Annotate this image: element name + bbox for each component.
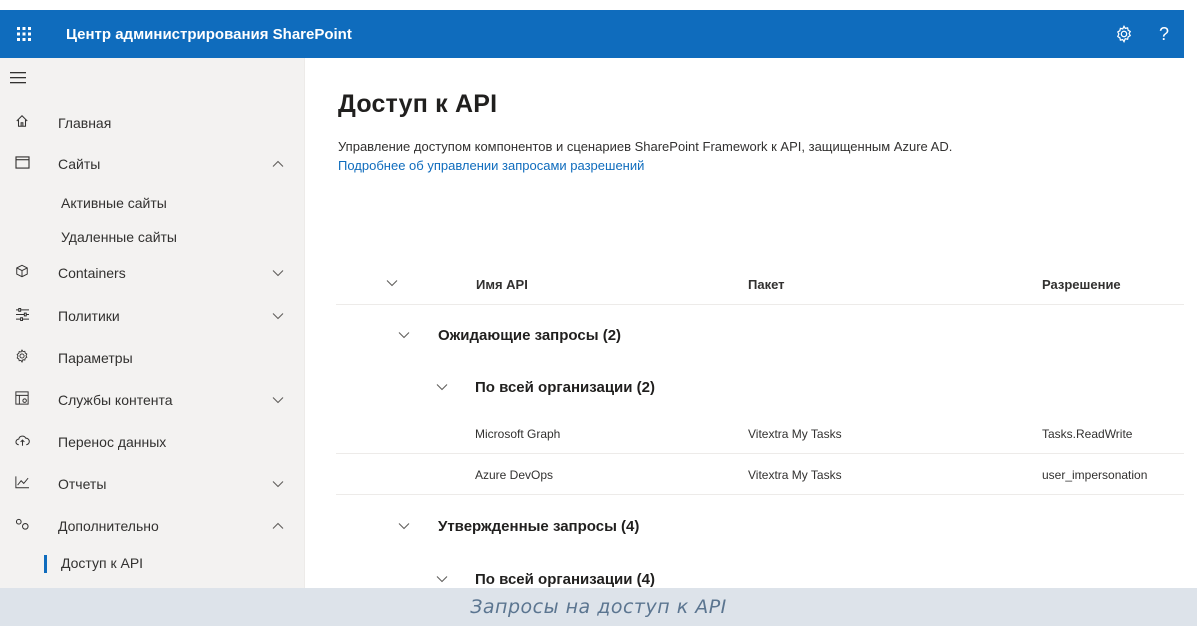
nav-item-settings[interactable]: Параметры [0, 340, 305, 376]
chevron-down-icon[interactable] [272, 266, 284, 280]
gear-icon[interactable] [1104, 10, 1144, 58]
table-header-row: Имя API Пакет Разрешение [336, 263, 1184, 305]
chevron-down-icon[interactable] [272, 309, 284, 323]
nav-label: Сайты [58, 156, 101, 172]
nav-label: Отчеты [58, 476, 107, 492]
containers-icon [0, 264, 40, 282]
nav-label: Службы контента [58, 392, 173, 408]
nav-item-advanced[interactable]: Дополнительно [0, 508, 305, 544]
cell-permission: user_impersonation [1042, 468, 1148, 482]
cell-package: Vitextra My Tasks [748, 427, 842, 441]
chevron-up-icon[interactable] [272, 157, 284, 171]
right-margin [1184, 0, 1197, 588]
column-header-package[interactable]: Пакет [748, 277, 785, 292]
table-row[interactable]: Microsoft Graph Vitextra My Tasks Tasks.… [336, 414, 1184, 454]
nav-item-home[interactable]: Главная [0, 105, 305, 141]
nav-item-reports[interactable]: Отчеты [0, 466, 305, 502]
table-row[interactable]: Azure DevOps Vitextra My Tasks user_impe… [336, 455, 1184, 495]
left-navigation: Главная Сайты Активные сайты Удаленные с… [0, 58, 305, 588]
subgroup-label: По всей организации (2) [475, 379, 655, 396]
cell-api-name: Microsoft Graph [475, 427, 561, 441]
top-margin [0, 0, 1197, 10]
suite-header: Центр администрирования SharePoint ? [0, 10, 1184, 58]
home-icon [0, 114, 40, 132]
expand-all-chevron-icon[interactable] [386, 276, 398, 290]
nav-label: Политики [58, 308, 120, 324]
nav-subitem-api-access[interactable]: Доступ к API [61, 555, 143, 571]
cell-api-name: Azure DevOps [475, 468, 554, 482]
chevron-up-icon[interactable] [272, 519, 284, 533]
cell-permission: Tasks.ReadWrite [1042, 427, 1133, 441]
subgroup-label: По всей организации (4) [475, 571, 655, 588]
app-title[interactable]: Центр администрирования SharePoint [66, 26, 352, 43]
policies-icon [0, 307, 40, 325]
group-label: Ожидающие запросы (2) [438, 327, 622, 344]
screenshot-frame: Центр администрирования SharePoint ? Гла… [0, 0, 1197, 626]
chevron-down-icon[interactable] [436, 380, 448, 394]
chevron-down-icon[interactable] [436, 572, 448, 586]
content-services-icon [0, 391, 40, 409]
reports-icon [0, 475, 40, 493]
group-header-approved[interactable]: Утвержденные запросы (4) [336, 507, 1184, 549]
main-content: Доступ к API Управление доступом компоне… [306, 58, 1184, 588]
learn-more-link[interactable]: Подробнее об управлении запросами разреш… [338, 158, 644, 173]
hamburger-icon[interactable] [10, 70, 30, 88]
nav-label: Параметры [58, 350, 133, 366]
caption-text: Запросы на доступ к API [470, 596, 727, 618]
nav-label: Главная [58, 115, 112, 131]
nav-item-migration[interactable]: Перенос данных [0, 424, 305, 460]
nav-label: Дополнительно [58, 518, 159, 534]
column-header-permission[interactable]: Разрешение [1042, 277, 1121, 292]
help-icon[interactable]: ? [1144, 10, 1184, 58]
gear-icon [0, 349, 40, 367]
migration-icon [0, 434, 40, 451]
waffle-icon[interactable] [0, 10, 48, 58]
page-description: Управление доступом компонентов и сценар… [338, 139, 953, 154]
page-title: Доступ к API [338, 90, 498, 118]
sites-icon [0, 155, 40, 173]
column-header-api-name[interactable]: Имя API [476, 277, 528, 292]
nav-subitem-deleted-sites[interactable]: Удаленные сайты [61, 229, 177, 245]
group-label: Утвержденные запросы (4) [438, 518, 640, 535]
advanced-icon [0, 518, 40, 535]
active-indicator [44, 555, 47, 573]
chevron-down-icon[interactable] [272, 477, 284, 491]
subgroup-header-org[interactable]: По всей организации (2) [336, 368, 1184, 410]
nav-label: Containers [58, 265, 126, 281]
nav-label: Перенос данных [58, 434, 167, 450]
cell-package: Vitextra My Tasks [748, 468, 842, 482]
group-header-pending[interactable]: Ожидающие запросы (2) [336, 316, 1184, 358]
nav-item-sites[interactable]: Сайты [0, 146, 305, 182]
nav-item-containers[interactable]: Containers [0, 255, 305, 291]
chevron-down-icon[interactable] [398, 519, 410, 533]
nav-item-content-services[interactable]: Службы контента [0, 382, 305, 418]
nav-subitem-active-sites[interactable]: Активные сайты [61, 195, 167, 211]
caption-bar: Запросы на доступ к API [0, 588, 1197, 626]
chevron-down-icon[interactable] [398, 328, 410, 342]
nav-item-policies[interactable]: Политики [0, 298, 305, 334]
chevron-down-icon[interactable] [272, 393, 284, 407]
